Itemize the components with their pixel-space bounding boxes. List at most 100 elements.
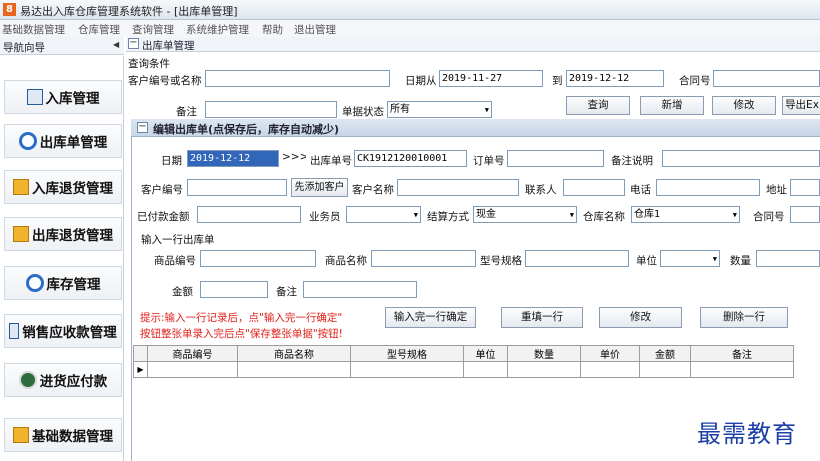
remark-input[interactable]	[205, 101, 337, 118]
contract-label: 合同号	[753, 211, 785, 223]
date-picker-button[interactable]: >>>	[282, 149, 306, 168]
edit-button[interactable]: 修改	[712, 96, 776, 115]
unit-label: 单位	[636, 255, 657, 267]
collapse-minus-icon[interactable]: −	[128, 38, 139, 49]
sidebar-item-label: 出库单管理	[39, 135, 108, 151]
blue-ring-icon	[25, 274, 44, 292]
grid-header-cell[interactable]: 单价	[580, 345, 640, 362]
folder-icon	[13, 226, 29, 242]
sidebar-item-label: 基础数据管理	[32, 429, 113, 445]
cust-no-input[interactable]	[187, 179, 287, 196]
menu-exit[interactable]: 退出管理	[294, 22, 336, 37]
grid-cell[interactable]	[639, 361, 691, 378]
note-label: 备注说明	[611, 155, 653, 167]
menu-basic-data[interactable]: 基础数据管理	[2, 22, 65, 37]
spec-label: 型号规格	[480, 255, 522, 267]
sidebar-item-in-return[interactable]: 入库退货管理	[4, 170, 122, 204]
sidebar-item-label: 库存管理	[46, 277, 101, 293]
grid-cell[interactable]	[237, 361, 351, 378]
add-button[interactable]: 新增	[640, 96, 704, 115]
sidebar-item-stock-out[interactable]: 出库单管理	[4, 124, 122, 158]
customer-input[interactable]	[205, 70, 390, 87]
table-row[interactable]: ▶	[133, 361, 794, 378]
sidebar-item-receivables[interactable]: 销售应收款管理	[4, 314, 122, 348]
grid-header-cell[interactable]: 商品名称	[237, 345, 351, 362]
paid-label: 已付款金额	[137, 211, 190, 223]
contract-input[interactable]	[790, 206, 820, 223]
qty-input[interactable]	[756, 250, 820, 267]
grid-cell[interactable]	[580, 361, 640, 378]
main-panel-header: − 出库单管理	[126, 37, 820, 52]
nav-header: 导航向导 ◀	[0, 37, 124, 55]
status-select[interactable]: 所有	[387, 101, 492, 118]
grid-header-cell[interactable]: 单位	[463, 345, 508, 362]
sidebar-item-inventory[interactable]: 库存管理	[4, 266, 122, 300]
note-input[interactable]	[662, 150, 820, 167]
order-no-input[interactable]: CK1912120010001	[354, 150, 467, 167]
date-from-input[interactable]: 2019-11-27	[439, 70, 543, 87]
cust-no-label: 客户编号	[141, 184, 183, 196]
date-to-input[interactable]: 2019-12-12	[566, 70, 664, 87]
folder-icon	[13, 427, 29, 443]
grid-header-cell[interactable]: 备注	[690, 345, 794, 362]
cust-name-input[interactable]	[397, 179, 519, 196]
collapse-icon[interactable]: ◀	[113, 40, 119, 49]
menu-help[interactable]: 帮助	[262, 22, 283, 37]
reset-line-button[interactable]: 重填一行	[501, 307, 583, 328]
sidebar-item-payables[interactable]: 进货应付款	[4, 363, 122, 397]
grid-header-cell[interactable]: 型号规格	[350, 345, 464, 362]
date-input[interactable]: 2019-12-12	[187, 150, 279, 167]
grid-cell[interactable]	[690, 361, 794, 378]
warehouse-select[interactable]: 仓库1	[631, 206, 740, 223]
address-input[interactable]	[790, 179, 820, 196]
sidebar-item-out-return[interactable]: 出库退货管理	[4, 217, 122, 251]
grid-cell[interactable]	[147, 361, 238, 378]
line-remark-input[interactable]	[303, 281, 417, 298]
menu-warehouse[interactable]: 仓库管理	[78, 22, 120, 37]
add-customer-button[interactable]: 先添加客户	[291, 178, 348, 197]
settle-select[interactable]: 现金	[473, 206, 577, 223]
query-button[interactable]: 查询	[566, 96, 630, 115]
remark-label: 备注	[176, 106, 197, 118]
product-no-input[interactable]	[200, 250, 316, 267]
confirm-line-button[interactable]: 输入完一行确定	[385, 307, 476, 328]
spec-input[interactable]	[525, 250, 629, 267]
phone-label: 电话	[630, 184, 651, 196]
order-input[interactable]	[507, 150, 604, 167]
grid-cell[interactable]	[463, 361, 508, 378]
cust-name-label: 客户名称	[352, 184, 394, 196]
contact-input[interactable]	[563, 179, 625, 196]
contract-input[interactable]	[713, 70, 820, 87]
sidebar-item-basic-data[interactable]: 基础数据管理	[4, 418, 122, 452]
export-button[interactable]: 导出Ex	[782, 96, 820, 115]
order-label: 订单号	[473, 155, 505, 167]
collapse-minus-icon[interactable]: −	[137, 122, 148, 133]
menu-bar: 基础数据管理 仓库管理 查询管理 系统维护管理 帮助 退出管理	[0, 20, 820, 37]
grid-header-cell[interactable]: 金额	[639, 345, 691, 362]
grid-cell[interactable]	[507, 361, 581, 378]
money-icon	[18, 371, 37, 389]
product-name-input[interactable]	[371, 250, 476, 267]
grid-cell[interactable]	[350, 361, 464, 378]
sidebar-item-label: 销售应收款管理	[22, 325, 117, 341]
paid-input[interactable]	[197, 206, 301, 223]
query-section-title: 查询条件	[128, 58, 170, 70]
watermark: 最需教育	[697, 420, 797, 448]
salesman-select[interactable]	[346, 206, 421, 223]
grid-header-cell[interactable]: 商品编号	[147, 345, 238, 362]
phone-input[interactable]	[656, 179, 760, 196]
title-bar: 8 易达出入库仓库管理系统软件 - [出库单管理]	[0, 0, 820, 20]
line-remark-label: 备注	[276, 286, 297, 298]
qty-label: 数量	[730, 255, 751, 267]
sidebar-item-stock-in[interactable]: 入库管理	[4, 80, 122, 114]
menu-system[interactable]: 系统维护管理	[186, 22, 249, 37]
status-label: 单据状态	[342, 106, 384, 118]
sidebar-item-label: 入库管理	[45, 91, 100, 107]
edit-line-button[interactable]: 修改	[599, 307, 682, 328]
amount-input[interactable]	[200, 281, 268, 298]
menu-query[interactable]: 查询管理	[132, 22, 174, 37]
panel-title: 出库单管理	[142, 40, 195, 52]
grid-header-cell[interactable]: 数量	[507, 345, 581, 362]
delete-line-button[interactable]: 删除一行	[700, 307, 788, 328]
unit-select[interactable]	[660, 250, 720, 267]
